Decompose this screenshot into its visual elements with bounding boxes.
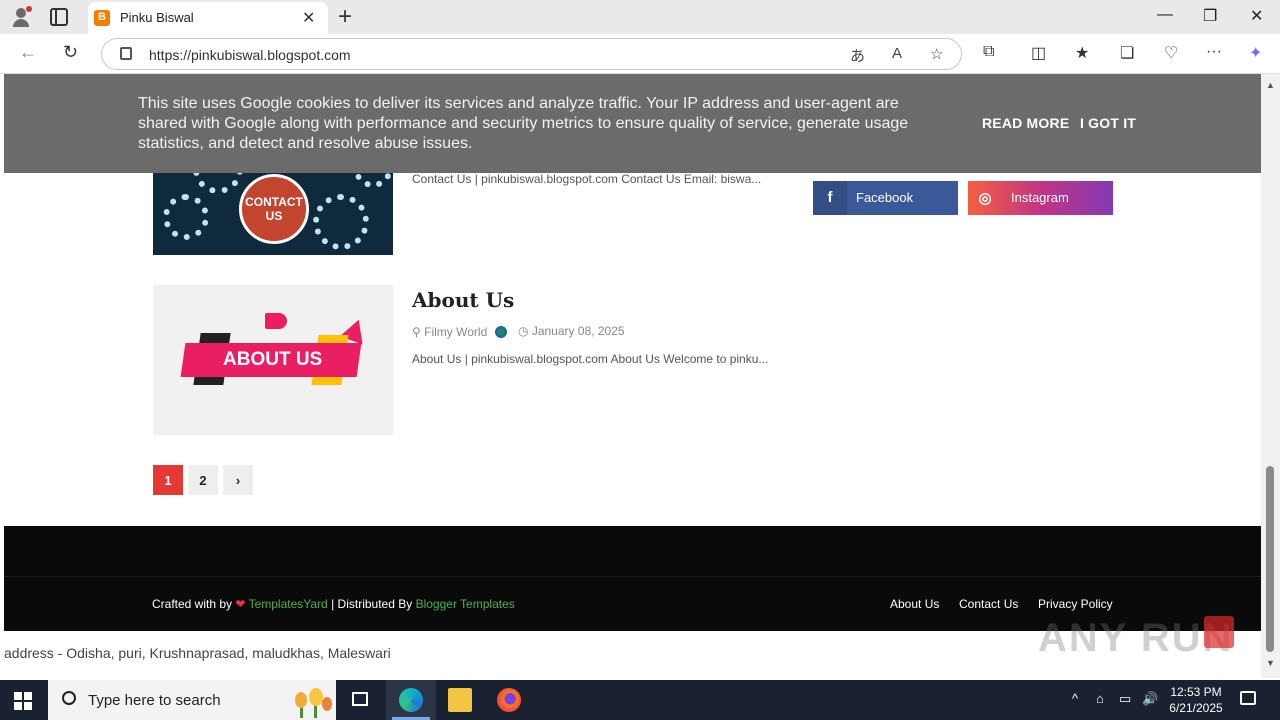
user-icon: ⚲ xyxy=(412,325,421,339)
next-page-button[interactable]: › xyxy=(223,465,253,495)
author-name[interactable]: Filmy World xyxy=(424,325,487,339)
templatesyard-link[interactable]: TemplatesYard xyxy=(249,597,328,611)
tab-title: Pinku Biswal xyxy=(120,10,194,25)
about-us-thumb-text: ABOUT US xyxy=(223,349,323,370)
post-author[interactable]: ⚲ Filmy World xyxy=(412,325,507,339)
footer-link-contact-us[interactable]: Contact Us xyxy=(959,597,1018,611)
network-icon[interactable]: ▭ xyxy=(1119,691,1131,707)
window-close-button[interactable]: ✕ xyxy=(1250,6,1263,26)
post-snippet: Contact Us | pinkubiswal.blogspot.com Co… xyxy=(412,172,762,186)
volume-icon[interactable]: 🔊 xyxy=(1142,691,1158,707)
page-2-button[interactable]: 2 xyxy=(188,465,218,495)
file-explorer-icon[interactable] xyxy=(448,688,472,712)
read-more-button[interactable]: READ MORE xyxy=(982,115,1069,131)
footer-link-privacy-policy[interactable]: Privacy Policy xyxy=(1038,597,1113,611)
minimize-button[interactable]: — xyxy=(1157,6,1173,24)
post-title[interactable]: About Us xyxy=(412,288,514,312)
cookie-message: This site uses Google cookies to deliver… xyxy=(138,95,909,152)
notification-center-icon[interactable] xyxy=(1240,691,1256,705)
url-text[interactable]: https://pinkubiswal.blogspot.com xyxy=(149,47,351,63)
tray-device-icon[interactable]: ⌂ xyxy=(1096,691,1104,706)
tulip-decoration-icon xyxy=(295,688,332,718)
footer-link-about-us[interactable]: About Us xyxy=(890,597,939,611)
back-button[interactable]: ← xyxy=(19,42,37,63)
firefox-icon[interactable] xyxy=(497,688,521,712)
page-viewport: This site uses Google cookies to deliver… xyxy=(4,74,1261,678)
taskbar-search-box[interactable]: Type here to search xyxy=(48,680,336,720)
windows-start-icon[interactable] xyxy=(14,692,32,710)
edge-browser-icon[interactable] xyxy=(399,688,423,712)
clock-date: 6/21/2025 xyxy=(1169,701,1223,715)
browser-tab-strip: Pinku Biswal ✕ + — ❐ ✕ xyxy=(0,0,1280,34)
footer-credit: Crafted with by ❤ TemplatesYard | Distri… xyxy=(152,597,515,611)
browser-tab[interactable]: Pinku Biswal ✕ xyxy=(88,2,328,34)
crafted-text: Crafted with by xyxy=(152,597,233,611)
refresh-button[interactable]: ↻ xyxy=(63,42,78,63)
address-text: address - Odisha, puri, Krushnaprasad, m… xyxy=(4,645,391,661)
facebook-label: Facebook xyxy=(856,190,914,205)
clock-icon: ◷ xyxy=(518,324,529,338)
windows-taskbar: Type here to search ^ ⌂ ▭ 🔊 12:53 PM 6/2… xyxy=(0,680,1280,720)
task-view-icon[interactable] xyxy=(352,692,368,706)
post-snippet: About Us | pinkubiswal.blogspot.com Abou… xyxy=(412,352,769,366)
page-1-button[interactable]: 1 xyxy=(153,465,183,495)
page-scrollbar[interactable]: ▲ ▼ xyxy=(1261,74,1280,678)
globe-icon xyxy=(494,326,507,338)
instagram-button[interactable]: ◎ Instagram xyxy=(968,181,1113,215)
tab-actions-icon[interactable] xyxy=(50,8,68,26)
about-us-thumbnail[interactable]: ABOUT US xyxy=(153,285,393,435)
translate-icon[interactable]: あ xyxy=(850,45,865,66)
browser-essentials-icon[interactable]: ♡ xyxy=(1164,43,1178,63)
favorites-icon[interactable]: ★ xyxy=(1075,43,1089,63)
address-bar[interactable]: https://pinkubiswal.blogspot.com あ A ☆ xyxy=(101,38,962,70)
cookie-banner: This site uses Google cookies to deliver… xyxy=(4,74,1261,173)
scrollbar-thumb[interactable] xyxy=(1266,466,1274,652)
extensions-icon[interactable]: ⧉ xyxy=(983,43,994,61)
more-menu-icon[interactable]: ··· xyxy=(1206,43,1222,61)
favorite-star-icon[interactable]: ☆ xyxy=(930,45,943,63)
copilot-icon[interactable]: ✦ xyxy=(1249,43,1262,63)
search-icon xyxy=(62,691,76,705)
post-date: ◷ January 08, 2025 xyxy=(518,324,625,338)
clock-time: 12:53 PM xyxy=(1170,685,1222,699)
new-tab-button[interactable]: + xyxy=(338,3,352,31)
megaphone-icon xyxy=(265,313,287,329)
split-screen-icon[interactable]: ◫ xyxy=(1031,43,1046,63)
footer-top xyxy=(4,526,1261,576)
distributed-text: | Distributed By xyxy=(331,597,413,611)
search-placeholder[interactable]: Type here to search xyxy=(88,692,221,709)
scroll-down-arrow-icon[interactable]: ▼ xyxy=(1266,658,1275,668)
facebook-icon: f xyxy=(813,181,847,215)
blogger-templates-link[interactable]: Blogger Templates xyxy=(416,597,515,611)
collections-icon[interactable]: ❏ xyxy=(1120,43,1134,63)
got-it-button[interactable]: I GOT IT xyxy=(1080,115,1136,131)
anyrun-watermark: ANY RUN xyxy=(1038,616,1234,661)
profile-icon[interactable] xyxy=(10,6,32,28)
browser-toolbar: ← ↻ https://pinkubiswal.blogspot.com あ A… xyxy=(0,34,1280,74)
instagram-icon: ◎ xyxy=(978,190,992,207)
contact-us-badge: CONTACT US xyxy=(239,174,309,244)
post-date-text: January 08, 2025 xyxy=(531,324,625,338)
blogger-favicon-icon xyxy=(94,10,110,26)
tray-overflow-icon[interactable]: ^ xyxy=(1072,691,1078,706)
scroll-up-arrow-icon[interactable]: ▲ xyxy=(1266,80,1275,90)
facebook-button[interactable]: f Facebook xyxy=(813,181,958,215)
tab-close-button[interactable]: ✕ xyxy=(302,8,315,28)
taskbar-clock[interactable]: 12:53 PM 6/21/2025 xyxy=(1164,684,1228,716)
lock-icon[interactable] xyxy=(120,47,132,60)
instagram-label: Instagram xyxy=(1011,190,1069,205)
read-aloud-icon[interactable]: A xyxy=(892,45,902,62)
restore-button[interactable]: ❐ xyxy=(1203,6,1217,26)
heart-icon: ❤ xyxy=(235,597,246,611)
